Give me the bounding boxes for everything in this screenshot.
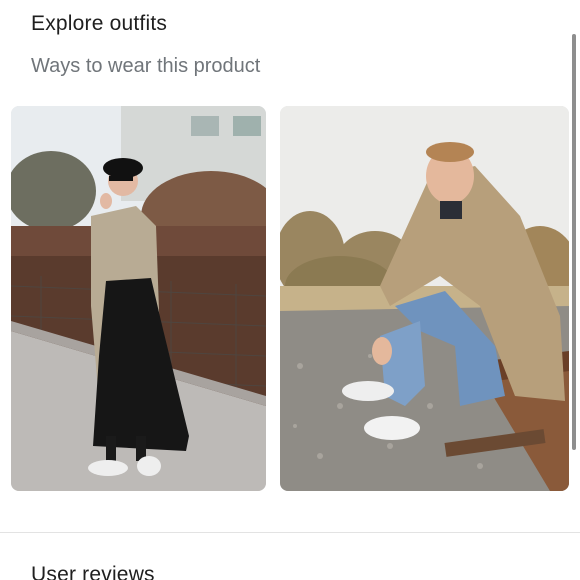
outfit-photo-2	[280, 106, 569, 491]
explore-outfits-title: Explore outfits	[31, 12, 168, 35]
outfit-image-2[interactable]	[280, 106, 569, 491]
outfit-image-1[interactable]	[11, 106, 266, 491]
shopping-panel: Explore outfits Ways to wear this produc…	[0, 0, 580, 580]
section-divider	[0, 532, 580, 533]
user-reviews-title: User reviews	[31, 563, 155, 580]
scrollbar-thumb[interactable]	[572, 34, 576, 450]
outfit-photo-1	[11, 106, 266, 491]
explore-outfits-subtitle: Ways to wear this product	[31, 55, 261, 77]
